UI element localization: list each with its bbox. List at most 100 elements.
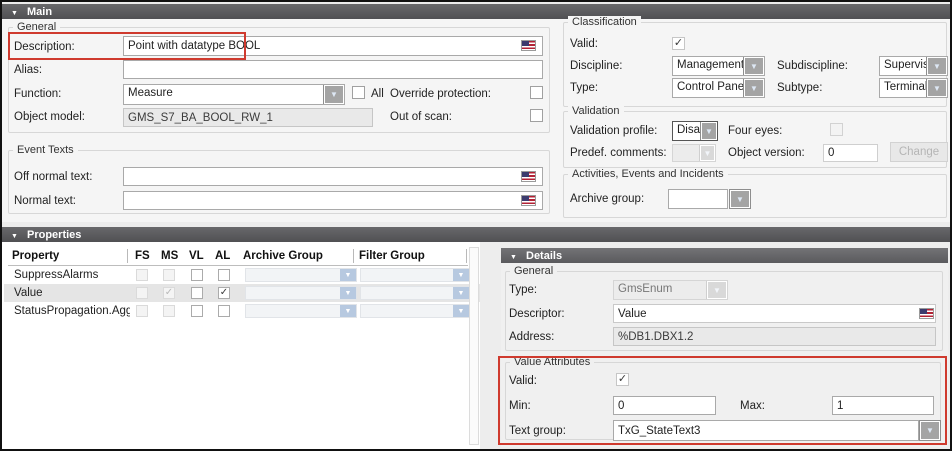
us-flag-icon[interactable] xyxy=(919,308,934,319)
column-header-filter-group[interactable]: Filter Group xyxy=(359,250,425,262)
address-field xyxy=(613,327,936,346)
application-window: Main General Description: Alias: Functio… xyxy=(0,0,952,451)
change-button[interactable]: Change xyxy=(890,142,948,162)
details-valid-label: Valid: xyxy=(509,375,537,387)
column-header-archive-group[interactable]: Archive Group xyxy=(243,250,323,262)
chevron-down-icon xyxy=(453,269,469,281)
predef-comments-label: Predef. comments: xyxy=(570,147,667,159)
filter-group-dropdown[interactable] xyxy=(360,304,470,318)
description-input[interactable] xyxy=(123,36,543,56)
subtype-label: Subtype: xyxy=(777,82,822,94)
predef-comments-dropdown xyxy=(672,144,716,162)
column-header-al[interactable]: AL xyxy=(215,250,230,262)
details-general-group-label: General xyxy=(510,265,557,277)
chevron-down-icon xyxy=(340,305,356,317)
validation-profile-dropdown[interactable]: Disab xyxy=(672,121,718,141)
chevron-down-icon[interactable] xyxy=(743,57,764,75)
alias-input[interactable] xyxy=(123,60,543,79)
normal-text-label: Normal text: xyxy=(14,195,76,207)
chevron-down-icon: ▼ xyxy=(926,426,934,435)
chevron-down-icon xyxy=(453,287,469,299)
collapse-triangle-icon[interactable] xyxy=(11,6,27,18)
al-checkbox[interactable]: ✓ xyxy=(218,287,230,299)
chevron-down-icon[interactable] xyxy=(700,122,717,140)
details-type-label: Type: xyxy=(509,284,537,296)
activities-group-label: Activities, Events and Incidents xyxy=(568,168,728,180)
max-input[interactable] xyxy=(832,396,934,415)
table-row[interactable]: SuppressAlarms xyxy=(4,266,480,284)
predef-comments-value xyxy=(673,145,699,161)
chevron-down-icon[interactable] xyxy=(926,57,947,75)
column-header-ms[interactable]: MS xyxy=(161,250,178,262)
archive-group-dropdown[interactable] xyxy=(245,268,357,282)
text-group-dropdown-button[interactable]: ▼ xyxy=(919,420,941,441)
object-version-label: Object version: xyxy=(728,147,805,159)
subdiscipline-dropdown[interactable]: Supervision xyxy=(879,56,948,76)
column-header-property[interactable]: Property xyxy=(12,250,59,262)
property-name: Value xyxy=(14,287,130,299)
type-label: Type: xyxy=(570,82,598,94)
column-divider xyxy=(353,249,354,263)
chevron-down-icon[interactable] xyxy=(743,79,764,97)
object-model-field xyxy=(123,108,373,127)
fs-checkbox xyxy=(136,269,148,281)
vl-checkbox[interactable] xyxy=(191,305,203,317)
properties-table-body: SuppressAlarmsValue✓✓StatusPropagation.A… xyxy=(2,266,480,326)
validation-profile-label: Validation profile: xyxy=(570,125,657,137)
off-normal-text-input[interactable] xyxy=(123,167,543,186)
type-dropdown[interactable]: Control Panel xyxy=(672,78,765,98)
descriptor-label: Descriptor: xyxy=(509,308,565,320)
column-header-fs[interactable]: FS xyxy=(135,250,150,262)
al-checkbox[interactable] xyxy=(218,305,230,317)
validation-group-label: Validation xyxy=(568,105,624,117)
column-header-vl[interactable]: VL xyxy=(189,250,204,262)
chevron-down-icon xyxy=(706,281,727,299)
main-panel-header[interactable]: Main xyxy=(2,4,950,19)
us-flag-icon[interactable] xyxy=(521,195,536,206)
archive-group-field[interactable] xyxy=(668,189,728,209)
table-row[interactable]: Value✓✓ xyxy=(4,284,480,302)
archive-group-dropdown[interactable] xyxy=(245,304,357,318)
filter-group-dropdown[interactable] xyxy=(360,268,470,282)
min-input[interactable] xyxy=(613,396,716,415)
collapse-triangle-icon[interactable] xyxy=(510,250,526,262)
all-checkbox[interactable] xyxy=(352,86,365,99)
out-of-scan-checkbox[interactable] xyxy=(530,109,543,122)
descriptor-input[interactable] xyxy=(613,304,936,323)
valid-checkbox[interactable]: ✓ xyxy=(672,37,685,50)
us-flag-icon[interactable] xyxy=(521,171,536,182)
normal-text-input[interactable] xyxy=(123,191,543,210)
function-dropdown[interactable]: Measure xyxy=(123,84,345,105)
details-panel-header[interactable]: Details xyxy=(501,248,948,263)
chevron-down-icon[interactable] xyxy=(926,79,947,97)
classification-group-label: Classification xyxy=(568,16,641,28)
details-valid-checkbox[interactable]: ✓ xyxy=(616,373,629,386)
us-flag-icon[interactable] xyxy=(521,40,536,51)
filter-group-dropdown[interactable] xyxy=(360,286,470,300)
collapse-triangle-icon[interactable] xyxy=(11,229,27,241)
vl-checkbox[interactable] xyxy=(191,287,203,299)
fs-checkbox xyxy=(136,305,148,317)
validation-profile-value: Disab xyxy=(673,122,700,140)
vertical-scrollbar[interactable] xyxy=(469,247,479,445)
subdiscipline-value: Supervision xyxy=(880,57,926,75)
vl-checkbox[interactable] xyxy=(191,269,203,281)
archive-group-dropdown-button[interactable]: ▼ xyxy=(729,189,751,209)
column-divider xyxy=(127,249,128,263)
discipline-label: Discipline: xyxy=(570,60,622,72)
chevron-down-icon[interactable] xyxy=(323,85,344,104)
table-row[interactable]: StatusPropagation.Aggregat xyxy=(4,302,480,320)
function-label: Function: xyxy=(14,88,61,100)
override-protection-checkbox[interactable] xyxy=(530,86,543,99)
archive-group-dropdown[interactable] xyxy=(245,286,357,300)
discipline-dropdown[interactable]: Management Sys xyxy=(672,56,765,76)
fs-checkbox xyxy=(136,287,148,299)
column-divider xyxy=(466,249,467,263)
object-version-field[interactable] xyxy=(823,144,878,162)
properties-panel-header[interactable]: Properties xyxy=(2,227,950,242)
subtype-dropdown[interactable]: Terminal xyxy=(879,78,948,98)
text-group-input[interactable] xyxy=(613,420,919,441)
off-normal-text-label: Off normal text: xyxy=(14,171,92,183)
four-eyes-checkbox xyxy=(830,123,843,136)
al-checkbox[interactable] xyxy=(218,269,230,281)
